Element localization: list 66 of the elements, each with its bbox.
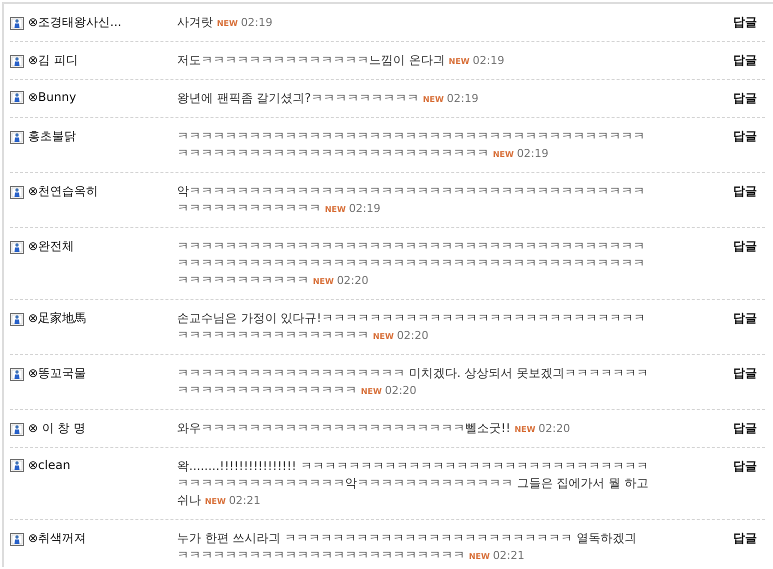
author-name[interactable]: ⊗완전체	[28, 238, 74, 255]
new-label: NEW	[216, 19, 238, 28]
comment-text: ㅋㅋㅋㅋㅋㅋㅋㅋㅋㅋㅋㅋㅋㅋㅋㅋㅋㅋㅋㅋㅋㅋㅋㅋㅋㅋㅋㅋㅋㅋㅋㅋㅋㅋㅋㅋㅋㅋㅋㅋㅋㅋㅋㅋㅋㅋㅋㅋㅋㅋㅋㅋㅋㅋㅋㅋㅋㅋㅋㅋㅋㅋㅋㅋㅋㅋㅋㅋㅋㅋㅋㅋㅋㅋㅋㅋㅋㅋㅋㅋㅋㅋㅋㅋㅋㅋㅋㅋㅋ NEW 02:20	[177, 238, 646, 289]
user-icon	[10, 184, 24, 198]
author-name[interactable]: ⊗Bunny	[28, 90, 76, 104]
comment-time: 02:20	[384, 384, 417, 397]
user-icon	[10, 130, 24, 144]
user-icon	[10, 240, 24, 254]
new-label: NEW	[514, 425, 536, 434]
reply-link[interactable]: 답글	[733, 183, 757, 200]
user-icon	[10, 458, 24, 472]
comment-text: 와우ㅋㅋㅋㅋㅋㅋㅋㅋㅋㅋㅋㅋㅋㅋㅋㅋㅋㅋㅋㅋㅋㅋ뻴소굿!! NEW 02:20	[177, 420, 572, 437]
comment-time: 02:19	[348, 202, 381, 215]
comment-time: 02:19	[472, 54, 504, 67]
reply-link[interactable]: 답글	[733, 238, 757, 255]
reply-link[interactable]: 답글	[733, 14, 757, 31]
reply-link[interactable]: 답글	[733, 128, 757, 145]
new-label: NEW	[204, 497, 226, 506]
comment-text: 왕년에 팬픽좀 갈기셨긔?ㅋㅋㅋㅋㅋㅋㅋㅋㅋ NEW 02:19	[177, 90, 480, 107]
comment-time: 02:20	[538, 422, 570, 435]
new-label: NEW	[448, 57, 470, 66]
user-icon	[10, 532, 24, 546]
new-label: NEW	[324, 205, 346, 214]
comment-text: ㅋㅋㅋㅋㅋㅋㅋㅋㅋㅋㅋㅋㅋㅋㅋㅋㅋㅋㅋ 미치겠다. 상상되서 못보겠긔ㅋㅋㅋㅋㅋㅋㅋㅋㅋㅋㅋㅋㅋㅋㅋㅋㅋㅋㅋㅋㅋㅋ NEW 02:20	[177, 365, 650, 399]
author-name[interactable]: ⊗조경태왕사신...	[28, 14, 122, 31]
new-label: NEW	[372, 332, 394, 341]
user-icon	[10, 312, 24, 326]
comment-text: 누가 한편 쓰시라긔 ㅋㅋㅋㅋㅋㅋㅋㅋㅋㅋㅋㅋㅋㅋㅋㅋㅋㅋㅋㅋㅋㅋㅋㅋ 열독하겠긔 ㅋㅋㅋㅋㅋㅋㅋㅋㅋㅋㅋㅋㅋㅋㅋㅋㅋㅋㅋㅋㅋㅋㅋㅋ NEW 02:21	[177, 530, 638, 564]
author-name[interactable]: 홍초불닭	[28, 128, 76, 145]
reply-link[interactable]: 답글	[733, 90, 757, 107]
author-name[interactable]: ⊗ 이 창 명	[28, 420, 86, 437]
comment-time: 02:20	[396, 329, 429, 342]
comment-time: 02:19	[240, 16, 273, 29]
new-label: NEW	[422, 95, 444, 104]
new-label: NEW	[492, 150, 514, 159]
author-name[interactable]: ⊗똥꼬국물	[28, 365, 86, 382]
comment-time: 02:21	[228, 494, 261, 507]
reply-link[interactable]: 답글	[733, 365, 757, 382]
reply-link[interactable]: 답글	[733, 52, 757, 69]
reply-link[interactable]: 답글	[733, 420, 757, 437]
comment-text: ㅋㅋㅋㅋㅋㅋㅋㅋㅋㅋㅋㅋㅋㅋㅋㅋㅋㅋㅋㅋㅋㅋㅋㅋㅋㅋㅋㅋㅋㅋㅋㅋㅋㅋㅋㅋㅋㅋㅋㅋㅋㅋㅋㅋㅋㅋㅋㅋㅋㅋㅋㅋㅋㅋㅋㅋㅋㅋㅋㅋㅋㅋㅋㅋㅋ NEW 02:19	[177, 128, 646, 162]
author-name[interactable]: ⊗足家地馬	[28, 310, 86, 327]
comment-text: 저도ㅋㅋㅋㅋㅋㅋㅋㅋㅋㅋㅋㅋㅋㅋ느낌이 온다긔 NEW 02:19	[177, 52, 506, 69]
author-name[interactable]: ⊗clean	[28, 458, 70, 472]
user-icon	[10, 422, 24, 436]
comment-time: 02:19	[446, 92, 478, 105]
author-name[interactable]: ⊗취색꺼져	[28, 530, 86, 547]
new-label: NEW	[468, 552, 490, 561]
comment-text: 악ㅋㅋㅋㅋㅋㅋㅋㅋㅋㅋㅋㅋㅋㅋㅋㅋㅋㅋㅋㅋㅋㅋㅋㅋㅋㅋㅋㅋㅋㅋㅋㅋㅋㅋㅋㅋㅋㅋㅋㅋㅋㅋㅋㅋㅋㅋㅋㅋㅋㅋ NEW 02:19	[177, 183, 646, 217]
comment-text: 손교수님은 가정이 있다규!ㅋㅋㅋㅋㅋㅋㅋㅋㅋㅋㅋㅋㅋㅋㅋㅋㅋㅋㅋㅋㅋㅋㅋㅋㅋㅋㅋㅋㅋㅋㅋㅋㅋㅋㅋㅋㅋㅋㅋㅋㅋㅋㅋ NEW 02:20	[177, 310, 646, 344]
comment-text: 사겨랏 NEW 02:19	[177, 14, 274, 31]
comment-time: 02:21	[492, 549, 525, 562]
user-icon	[10, 90, 24, 104]
reply-link[interactable]: 답글	[733, 458, 757, 475]
author-name[interactable]: ⊗천연습옥히	[28, 183, 98, 200]
comment-time: 02:20	[336, 274, 369, 287]
comment-time: 02:19	[516, 147, 549, 160]
user-icon	[10, 16, 24, 30]
user-icon	[10, 366, 24, 380]
author-name[interactable]: ⊗김 피디	[28, 52, 78, 69]
new-label: NEW	[360, 387, 382, 396]
user-icon	[10, 54, 24, 68]
new-label: NEW	[312, 277, 334, 286]
comment-text: 왁........!!!!!!!!!!!!!!!! ㅋㅋㅋㅋㅋㅋㅋㅋㅋㅋㅋㅋㅋㅋㅋㅋㅋㅋㅋㅋㅋㅋㅋㅋㅋㅋㅋㅋㅋㅋㅋㅋㅋㅋㅋㅋㅋㅋㅋㅋㅋㅋㅋ악ㅋㅋㅋㅋㅋㅋㅋㅋㅋㅋㅋㅋㅋ 그들은 집에가서 뭘 하고 쉬나 NEW 02:21	[177, 458, 650, 509]
reply-link[interactable]: 답글	[733, 530, 757, 547]
reply-link[interactable]: 답글	[733, 310, 757, 327]
